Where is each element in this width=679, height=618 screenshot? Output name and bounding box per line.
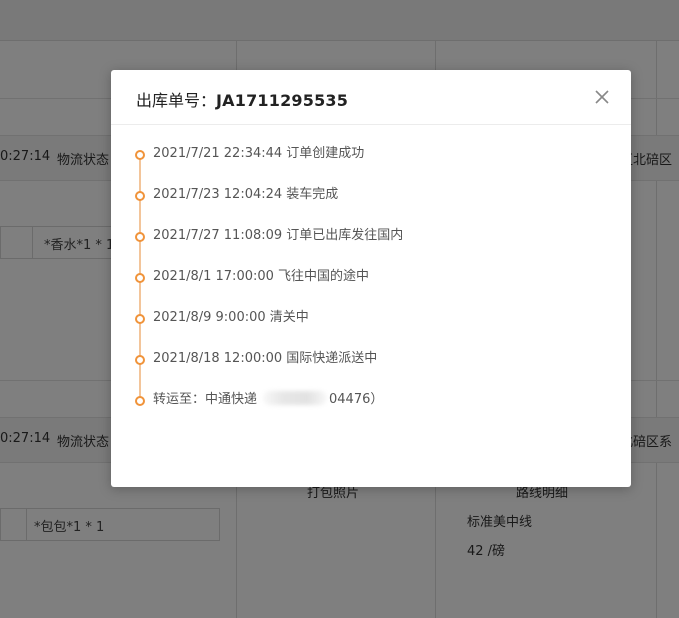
timeline-text: 2021/8/9 9:00:00 清关中: [153, 310, 309, 325]
timeline-dot-icon: [135, 191, 145, 201]
dialog-title-label: 出库单号：: [136, 91, 217, 110]
timeline-dot-icon: [135, 150, 145, 160]
timeline-item: 2021/8/9 9:00:00 清关中: [135, 308, 605, 330]
timeline-item: 2021/7/23 12:04:24 装车完成: [135, 185, 605, 207]
timeline-dot-icon: [135, 314, 145, 324]
timeline-text: 2021/8/1 17:00:00 飞往中国的途中: [153, 269, 370, 284]
timeline-text: 2021/7/23 12:04:24 装车完成: [153, 187, 339, 202]
timeline-item: 2021/7/21 22:34:44 订单创建成功: [135, 144, 605, 166]
redacted-tracking-number: [263, 391, 328, 405]
close-button[interactable]: [593, 88, 611, 106]
timeline-item: 2021/8/18 12:00:00 国际快递派送中: [135, 349, 605, 371]
dialog-header: 出库单号：JA1711295535: [111, 70, 631, 125]
timeline-text: 2021/7/27 11:08:09 订单已出库发往国内: [153, 228, 404, 243]
timeline-dot-icon: [135, 232, 145, 242]
timeline-item: 2021/8/1 17:00:00 飞往中国的途中: [135, 267, 605, 289]
timeline-dot-icon: [135, 273, 145, 283]
timeline-dot-icon: [135, 355, 145, 365]
close-icon: [595, 90, 609, 104]
dialog-title: 出库单号：JA1711295535: [136, 87, 348, 111]
outbound-order-number: JA1711295535: [216, 91, 349, 110]
timeline-text: 转运至：中通快递 04476）: [153, 390, 383, 410]
timeline-text: 2021/8/18 12:00:00 国际快递派送中: [153, 351, 378, 366]
timeline-dot-icon: [135, 396, 145, 406]
logistics-tracking-dialog: 出库单号：JA1711295535 2021/7/21 22:34:44 订单创…: [111, 70, 631, 487]
timeline-text: 2021/7/21 22:34:44 订单创建成功: [153, 146, 365, 161]
page: 0:27:14 物流状态 区北碚区 *香水*1 * 1 0:27:14 物流状态…: [0, 0, 679, 618]
forwarded-carrier-text: 转运至：中通快递: [153, 392, 258, 407]
timeline-item: 转运至：中通快递 04476）: [135, 390, 605, 412]
timeline-item: 2021/7/27 11:08:09 订单已出库发往国内: [135, 226, 605, 248]
tracking-number-suffix: 04476）: [329, 392, 384, 407]
